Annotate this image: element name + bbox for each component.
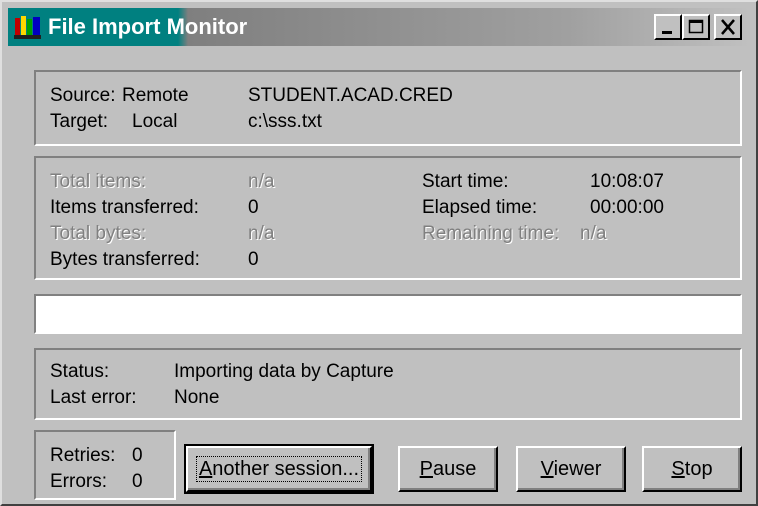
status-value: Importing data by Capture [174,361,394,382]
window-title: File Import Monitor [48,12,247,42]
maximize-icon [688,19,704,34]
minimize-button[interactable] [654,14,682,40]
last-error-label: Last error: [50,387,137,408]
window-title-part-1: File Import [48,14,161,39]
target-type: Local [132,111,178,132]
source-value: STUDENT.ACAD.CRED [248,85,453,106]
close-icon [721,19,735,35]
another-session-button[interactable]: Another session... [184,444,374,494]
bytes-transferred-label: Bytes transferred: [50,249,200,270]
stop-label-rest: top [684,457,713,480]
errors-label: Errors: [50,471,107,492]
stop-button[interactable]: Stop [642,446,742,492]
stop-label: Stop [671,458,712,481]
counters-panel: Retries: 0 Errors: 0 [34,430,176,500]
another-session-label-rest: nother session... [212,458,360,480]
stop-mnemonic: S [671,457,685,480]
app-icon [14,16,41,39]
total-items-value: n/a [248,171,275,192]
viewer-label-rest: iewer [553,457,602,480]
viewer-label: Viewer [541,458,602,481]
bytes-transferred-value: 0 [248,249,259,270]
pause-label: Pause [420,458,477,481]
last-error-value: None [174,387,220,408]
source-label: Source: [50,85,116,106]
minimize-icon [662,31,672,34]
retries-value: 0 [132,445,143,466]
pause-button[interactable]: Pause [398,446,498,492]
remaining-time-value: n/a [580,223,607,244]
status-label: Status: [50,361,110,382]
pause-label-rest: ause [432,457,477,480]
total-bytes-value: n/a [248,223,275,244]
status-panel: Status: Importing data by Capture Last e… [34,348,742,420]
errors-value: 0 [132,471,143,492]
remaining-time-label: Remaining time: [422,223,560,244]
progress-bar [34,294,742,334]
total-items-label: Total items: [50,171,147,192]
items-transferred-label: Items transferred: [50,197,199,218]
another-session-label: Another session... [195,456,363,482]
target-label: Target: [50,111,109,132]
total-bytes-label: Total bytes: [50,223,147,244]
maximize-button[interactable] [682,14,710,40]
connection-panel: Source: Remote STUDENT.ACAD.CRED Target:… [34,70,742,146]
start-time-label: Start time: [422,171,509,192]
close-button[interactable] [714,14,742,40]
target-value: c:\sss.txt [248,111,322,132]
transfer-stats-panel: Total items: n/a Items transferred: 0 To… [34,156,742,280]
title-bar[interactable]: File Import Monitor [8,8,750,46]
viewer-button[interactable]: Viewer [516,446,626,492]
window-title-part-2: Monitor [166,14,248,39]
retries-label: Retries: [50,445,116,466]
another-session-mnemonic: A [198,458,213,480]
elapsed-time-value: 00:00:00 [590,197,664,218]
elapsed-time-label: Elapsed time: [422,197,538,218]
source-type: Remote [122,85,189,106]
items-transferred-value: 0 [248,197,259,218]
file-import-monitor-window: File Import Monitor Source: Remote STUDE… [0,0,758,506]
start-time-value: 10:08:07 [590,171,664,192]
viewer-mnemonic: V [540,457,554,480]
pause-mnemonic: P [419,457,433,480]
